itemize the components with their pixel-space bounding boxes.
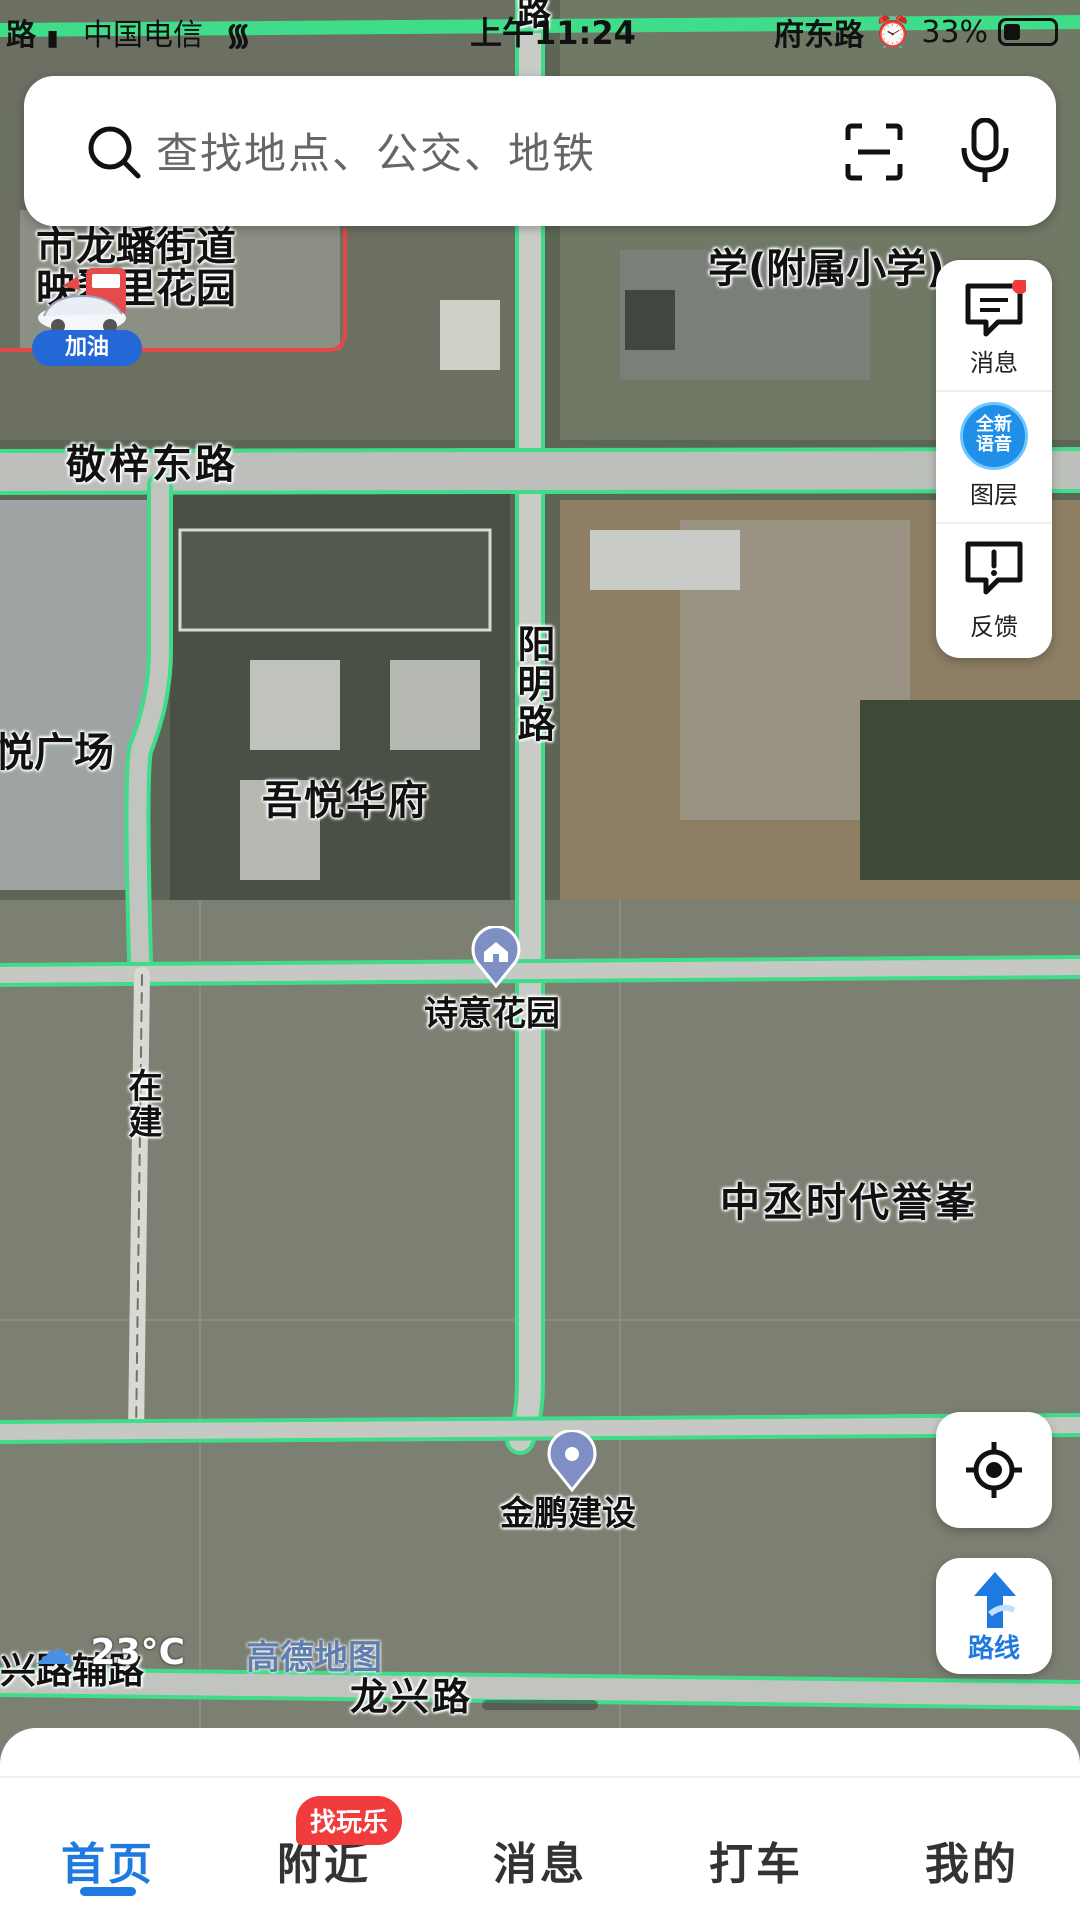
battery-percent: 33% (921, 14, 988, 50)
search-icon (88, 126, 141, 179)
tab-home[interactable]: 首页 (0, 1828, 216, 1892)
status-right: 府东路 ⏰ 33% (774, 10, 1058, 54)
bottom-separator (0, 1776, 1080, 1778)
map-label-shiyi-garden: 诗意花园 (424, 994, 560, 1034)
car-fuel-icon (38, 268, 126, 333)
map-label-plaza: 悦广场 (0, 730, 114, 776)
map-side-panel: 消息 全新语音 图层 反馈 (936, 260, 1052, 658)
route-button[interactable]: 路线 (936, 1558, 1052, 1674)
microphone-icon[interactable] (960, 118, 1010, 184)
active-tab-indicator (80, 1887, 136, 1896)
weather-widget[interactable]: ☁ 23°C (34, 1628, 185, 1674)
side-message-label: 消息 (970, 349, 1018, 377)
wifi-icon: ᯾ (225, 18, 251, 53)
bottom-nav: 首页 附近 消息 打车 我的 (0, 1728, 1080, 1921)
battery-icon (998, 18, 1058, 46)
side-feedback-button[interactable]: 反馈 (936, 524, 1052, 654)
alarm-icon: ⏰ (873, 14, 912, 50)
layer-badge-text: 全新语音 (976, 414, 1012, 455)
gas-station-label: 加油 (32, 330, 142, 366)
feedback-icon (965, 541, 1023, 595)
status-road-name: 府东路 (773, 18, 864, 53)
locate-crosshair-icon (966, 1442, 1022, 1498)
map-label-wuyue: 吾悦华府 (262, 778, 430, 824)
status-road-fragment: 路 (6, 18, 36, 53)
map-view[interactable]: 路 市龙蟠街道 映翠里花园 学(附属小学) 敬梓东路 阳明路 悦广场 吾悦华府 … (0, 0, 1080, 1921)
voice-layer-badge-icon: 全新语音 (960, 402, 1028, 470)
status-bar: 路 ▮ 中国电信 ᯾ 上午11:24 府东路 ⏰ 33% (0, 0, 1080, 58)
side-message-button[interactable]: 消息 (936, 260, 1052, 392)
map-label-zhongcheng: 中丞时代誉峯 (720, 1180, 978, 1226)
house-pin-icon (471, 926, 521, 988)
route-arrow-icon (974, 1572, 1016, 1628)
scan-icon[interactable] (844, 122, 904, 182)
location-pin-icon (547, 1430, 597, 1492)
drawer-handle[interactable] (482, 1700, 598, 1710)
gas-station-marker[interactable]: 加油 (32, 266, 142, 372)
map-label-jingzi-east-road: 敬梓东路 (66, 442, 238, 488)
map-label-school: 学(附属小学) (708, 246, 945, 292)
side-layer-button[interactable]: 全新语音 图层 (936, 392, 1052, 524)
tab-mine[interactable]: 我的 (864, 1828, 1080, 1892)
amap-brand-logo: 高德地图 (246, 1638, 382, 1678)
nearby-badge: 找玩乐 (296, 1796, 403, 1845)
signal-icon: ▮ (46, 26, 59, 51)
side-feedback-label: 反馈 (970, 613, 1018, 641)
map-label-yangming-road: 阳明路 (511, 624, 555, 744)
tab-taxi[interactable]: 打车 (648, 1828, 864, 1892)
route-label: 路线 (967, 1634, 1020, 1664)
carrier-name: 中国电信 (83, 18, 204, 53)
status-time: 上午11:24 (470, 14, 636, 52)
weather-temperature: 23°C (90, 1632, 186, 1673)
map-label-under-construction: 在建 (122, 1068, 162, 1140)
side-layer-label: 图层 (970, 481, 1018, 509)
message-icon (965, 280, 1026, 337)
map-label-jinpeng: 金鹏建设 (500, 1494, 636, 1534)
search-input[interactable]: 查找地点、公交、地铁 (156, 120, 596, 181)
search-bar[interactable]: 查找地点、公交、地铁 (24, 76, 1056, 226)
cloud-icon: ☁ (34, 1628, 74, 1674)
status-left: 路 ▮ 中国电信 ᯾ (6, 10, 251, 54)
tab-messages[interactable]: 消息 (432, 1828, 648, 1892)
locate-button[interactable] (936, 1412, 1052, 1528)
